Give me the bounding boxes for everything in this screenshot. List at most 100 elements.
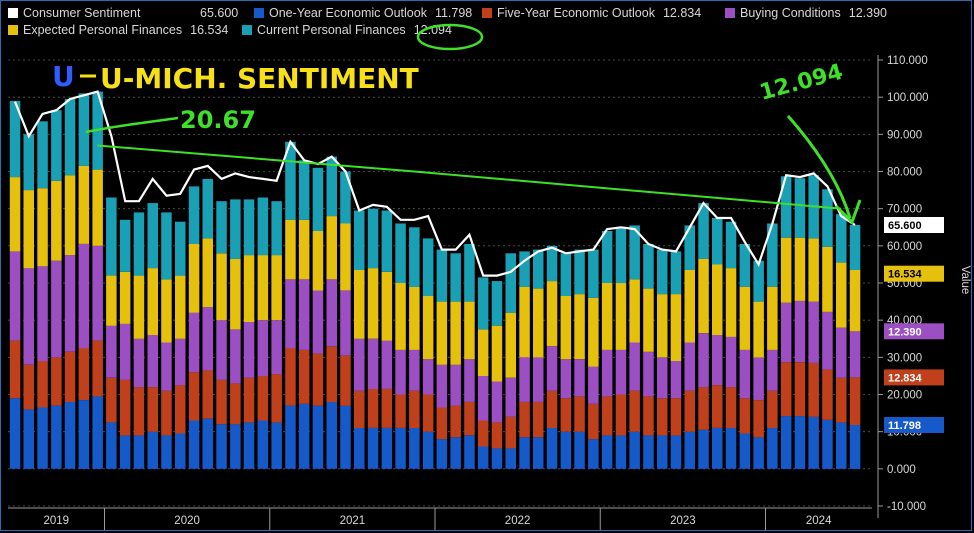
bar-segment bbox=[739, 244, 751, 287]
stacked-bar-chart: -10.0000.00010.00020.00030.00040.00050.0… bbox=[8, 23, 971, 530]
x-tick-label: 2024 bbox=[806, 515, 832, 527]
bar-segment bbox=[780, 362, 792, 417]
bar-segment bbox=[23, 409, 34, 469]
bar-segment bbox=[491, 381, 503, 423]
bar-segment bbox=[51, 357, 62, 406]
bar-segment bbox=[601, 231, 613, 283]
bar-segment bbox=[354, 427, 365, 469]
bar-segment bbox=[422, 296, 434, 360]
bar-segment bbox=[78, 93, 90, 166]
bar-segment bbox=[698, 333, 709, 388]
bar-segment bbox=[133, 387, 145, 436]
bar-segment bbox=[64, 351, 76, 402]
bar-segment bbox=[216, 253, 227, 321]
bar-segment bbox=[615, 227, 627, 284]
bar-segment bbox=[684, 431, 695, 469]
y-tick-label: 110.000 bbox=[887, 55, 928, 67]
bar-segment bbox=[753, 437, 764, 469]
bar-segment bbox=[161, 435, 172, 469]
bar-segment bbox=[615, 435, 627, 469]
bar-segment bbox=[725, 336, 737, 388]
bar-segment bbox=[161, 390, 172, 436]
bar-segment bbox=[92, 169, 103, 246]
value-tag: 65.600 bbox=[884, 217, 944, 233]
bar-segment bbox=[202, 307, 213, 371]
bar-segment bbox=[822, 189, 833, 247]
bar-segment bbox=[9, 398, 21, 469]
bar-segment bbox=[436, 301, 448, 365]
handwritten-annotations: U U-MICH. SENTIMENT 20.67 12.094 bbox=[52, 23, 862, 225]
bar-segment bbox=[808, 301, 819, 363]
bar-segment bbox=[450, 364, 461, 406]
bar-segment bbox=[519, 251, 530, 287]
bar-segment bbox=[409, 349, 420, 391]
bar-segment bbox=[450, 301, 461, 365]
bar-segment bbox=[51, 405, 62, 469]
bar-segment bbox=[725, 427, 737, 469]
bar-segment bbox=[574, 359, 585, 397]
value-tag-label: 12.834 bbox=[888, 372, 923, 384]
bar-segment bbox=[560, 431, 572, 469]
bar-segment bbox=[367, 388, 379, 428]
bar-segment bbox=[519, 357, 530, 402]
bar-segment bbox=[422, 238, 434, 296]
bar-segment bbox=[574, 249, 585, 295]
bar-segment bbox=[37, 121, 48, 189]
bar-segment bbox=[505, 416, 516, 449]
bar-segment bbox=[202, 238, 213, 308]
bar-segment bbox=[64, 99, 76, 176]
bar-segment bbox=[78, 348, 90, 400]
bar-segment bbox=[780, 416, 792, 469]
bar-segment bbox=[395, 427, 406, 469]
bar-segment bbox=[657, 398, 668, 436]
bar-segment bbox=[753, 260, 764, 302]
bar-segment bbox=[37, 407, 48, 469]
bar-segment bbox=[436, 364, 448, 408]
bar-segment bbox=[298, 219, 310, 280]
bar-segment bbox=[340, 290, 351, 356]
bar-segment bbox=[505, 448, 516, 469]
y-tick-label: -10.000 bbox=[887, 501, 926, 513]
bar-segment bbox=[601, 349, 613, 397]
bar-segment bbox=[849, 225, 861, 270]
bar-segment bbox=[23, 268, 34, 365]
bar-segment bbox=[119, 379, 131, 436]
bar-segment bbox=[657, 249, 668, 295]
bar-segment bbox=[588, 297, 599, 367]
bar-segment bbox=[560, 296, 572, 360]
bar-segment bbox=[133, 275, 145, 339]
bar-segment bbox=[822, 419, 833, 469]
bar-segment bbox=[51, 260, 62, 358]
bar-segment bbox=[767, 349, 778, 391]
bar-segment bbox=[684, 390, 695, 432]
bar-segment bbox=[436, 249, 448, 302]
bar-segment bbox=[340, 355, 351, 406]
x-tick-label: 2019 bbox=[44, 515, 70, 527]
value-tag-label: 16.534 bbox=[888, 269, 923, 281]
bar-segment bbox=[519, 401, 530, 438]
value-tag-label: 12.390 bbox=[888, 326, 922, 338]
bar-segment bbox=[670, 435, 682, 469]
annotation-circle bbox=[416, 23, 484, 51]
bar-segment bbox=[202, 418, 213, 469]
bar-segment bbox=[326, 216, 337, 280]
bar-segment bbox=[23, 190, 34, 269]
bar-segment bbox=[794, 300, 806, 363]
bar-segment bbox=[505, 377, 516, 417]
bar-segment bbox=[491, 281, 503, 326]
bar-segment bbox=[9, 177, 21, 252]
bar-segment bbox=[367, 338, 379, 389]
bar-segment bbox=[381, 210, 393, 272]
bar-segment bbox=[849, 331, 861, 378]
bar-segment bbox=[106, 422, 117, 469]
bar-segment bbox=[464, 359, 475, 402]
value-tag-label: 11.798 bbox=[888, 420, 921, 432]
bar-segment bbox=[780, 302, 792, 363]
bar-segment bbox=[629, 431, 640, 469]
y-tick-label: 70.000 bbox=[887, 204, 922, 216]
bar-segment bbox=[477, 420, 489, 447]
bar-segment bbox=[450, 437, 461, 469]
bar-segment bbox=[422, 394, 434, 432]
x-tick-label: 2023 bbox=[670, 515, 696, 527]
bar-segment bbox=[23, 364, 34, 410]
